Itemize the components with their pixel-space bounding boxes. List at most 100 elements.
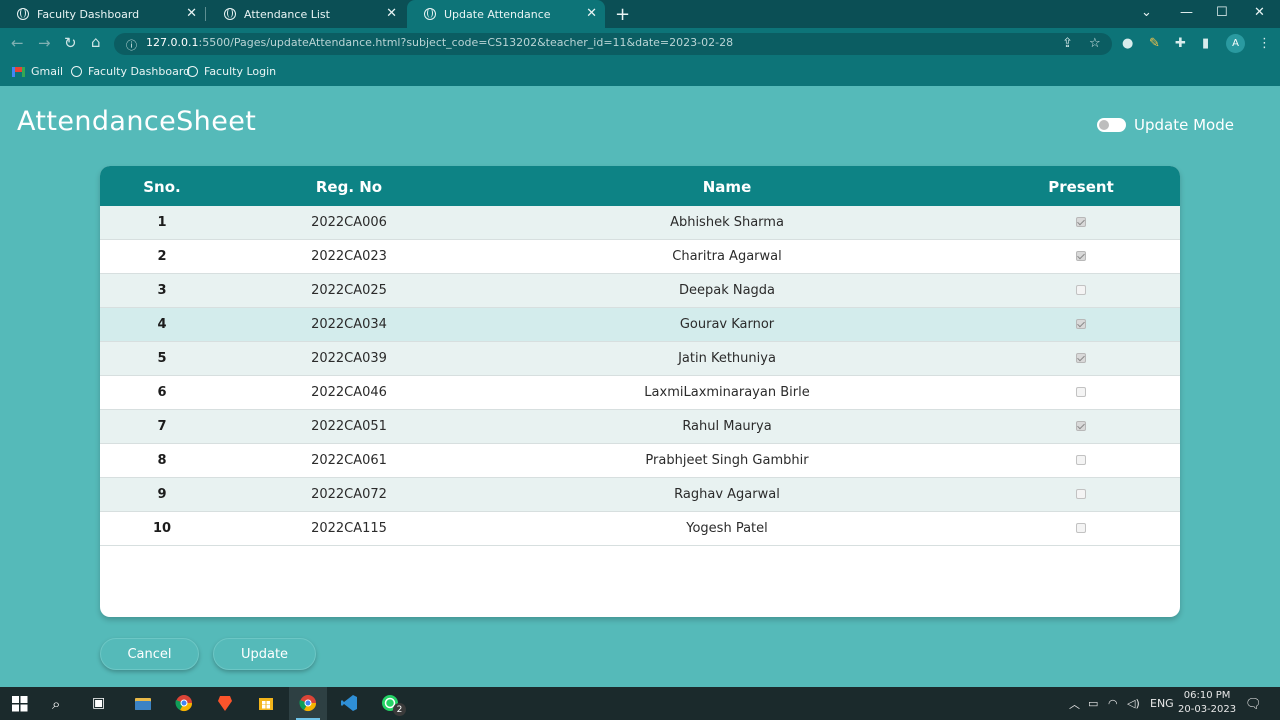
minimize-icon[interactable]: —	[1180, 5, 1193, 20]
home-icon[interactable]: ⌂	[91, 33, 101, 51]
cell-sno: 1	[157, 215, 167, 230]
present-checkbox[interactable]	[1076, 285, 1086, 295]
close-tab-icon[interactable]: ✕	[186, 6, 197, 21]
notification-center-icon[interactable]: 🗨	[1245, 697, 1262, 712]
update-mode-toggle[interactable]	[1097, 118, 1126, 132]
table-row: 2 2022CA023 Charitra Agarwal	[100, 240, 1180, 274]
menu-kebab-icon[interactable]: ⋮	[1258, 36, 1271, 51]
cell-name: Abhishek Sharma	[670, 215, 784, 230]
present-checkbox[interactable]	[1076, 319, 1086, 329]
column-header-name: Name	[702, 178, 752, 196]
cell-name: Raghav Agarwal	[674, 487, 780, 502]
tab-title: Attendance List	[244, 7, 330, 21]
cell-name: Charitra Agarwal	[672, 249, 782, 264]
new-tab-icon[interactable]: +	[615, 4, 630, 25]
microsoft-store-icon[interactable]	[257, 694, 275, 712]
bookmark-faculty-login[interactable]: Faculty Login	[187, 65, 276, 78]
cell-reg-no: 2022CA034	[311, 317, 387, 332]
brave-browser-icon[interactable]	[216, 694, 234, 712]
chrome-icon[interactable]	[175, 694, 193, 712]
tab-title: Update Attendance	[444, 7, 551, 21]
present-checkbox[interactable]	[1076, 387, 1086, 397]
tab-title: Faculty Dashboard	[37, 7, 140, 21]
volume-icon[interactable]: ◁)	[1127, 697, 1140, 710]
cell-reg-no: 2022CA025	[311, 283, 387, 298]
table-row: 7 2022CA051 Rahul Maurya	[100, 410, 1180, 444]
bookmark-label: Faculty Login	[204, 65, 277, 78]
language-indicator[interactable]: ENG	[1150, 697, 1174, 710]
bookmark-label: Faculty Dashboard	[88, 65, 191, 78]
maximize-icon[interactable]: ☐	[1216, 5, 1228, 20]
globe-icon	[424, 8, 436, 20]
file-explorer-icon[interactable]	[134, 694, 152, 712]
cell-name: Prabhjeet Singh Gambhir	[645, 453, 809, 468]
table-row: 9 2022CA072 Raghav Agarwal	[100, 478, 1180, 512]
task-view-icon[interactable]: ▣	[92, 695, 110, 713]
table-row: 3 2022CA025 Deepak Nagda	[100, 274, 1180, 308]
cell-name: Yogesh Patel	[686, 521, 768, 536]
bookmark-label: Gmail	[31, 65, 64, 78]
present-checkbox[interactable]	[1076, 353, 1086, 363]
cell-reg-no: 2022CA115	[311, 521, 387, 536]
back-icon[interactable]: ←	[11, 34, 24, 52]
cell-sno: 6	[157, 385, 167, 400]
cell-sno: 9	[157, 487, 167, 502]
column-header-present: Present	[1048, 178, 1114, 196]
globe-icon	[224, 8, 236, 20]
bookmark-star-icon[interactable]: ☆	[1089, 36, 1101, 51]
clock-date: 20-03-2023	[1178, 704, 1237, 715]
present-checkbox[interactable]	[1076, 217, 1086, 227]
site-info-icon[interactable]: ⓘ	[126, 37, 137, 53]
search-icon[interactable]: ⌕	[52, 695, 70, 713]
pen-extension-icon[interactable]: ✎	[1149, 36, 1160, 51]
present-checkbox[interactable]	[1076, 523, 1086, 533]
url-path: :5500/Pages/updateAttendance.html?subjec…	[198, 36, 734, 49]
bookmark-gmail[interactable]: Gmail	[12, 65, 63, 78]
table-row: 8 2022CA061 Prabhjeet Singh Gambhir	[100, 444, 1180, 478]
forward-icon[interactable]: →	[38, 34, 51, 52]
side-panel-icon[interactable]: ▮	[1202, 36, 1209, 51]
cell-sno: 7	[157, 419, 167, 434]
present-checkbox[interactable]	[1076, 489, 1086, 499]
table-row: 4 2022CA034 Gourav Karnor	[100, 308, 1180, 342]
share-icon[interactable]: ⇪	[1062, 36, 1073, 51]
windows-start-icon[interactable]	[12, 696, 30, 714]
present-checkbox[interactable]	[1076, 421, 1086, 431]
battery-icon[interactable]: ▭	[1088, 697, 1098, 710]
present-checkbox[interactable]	[1076, 251, 1086, 261]
extension-icon[interactable]: ●	[1122, 36, 1133, 51]
system-clock[interactable]: 06:10 PM 20-03-2023	[1178, 689, 1236, 717]
vscode-icon[interactable]	[340, 694, 358, 712]
url-text[interactable]: 127.0.0.1:5500/Pages/updateAttendance.ht…	[146, 36, 733, 49]
present-checkbox[interactable]	[1076, 455, 1086, 465]
chrome-active-icon[interactable]	[299, 694, 317, 712]
extensions-puzzle-icon[interactable]: ✚	[1175, 36, 1186, 51]
globe-icon	[71, 66, 82, 77]
attendance-table-card: Sno. Reg. No Name Present 1 2022CA006 Abhi…	[100, 166, 1180, 617]
reload-icon[interactable]: ↻	[64, 34, 77, 52]
update-mode-label: Update Mode	[1134, 116, 1234, 134]
cell-name: Rahul Maurya	[682, 419, 772, 434]
show-hidden-icons-chevron[interactable]: ︿	[1069, 696, 1080, 712]
update-button[interactable]: Update	[213, 638, 316, 670]
tab-faculty-dashboard[interactable]: Faculty Dashboard ✕	[0, 0, 205, 28]
close-tab-icon[interactable]: ✕	[386, 6, 397, 21]
close-tab-icon[interactable]: ✕	[586, 6, 597, 21]
page-title: AttendanceSheet	[17, 106, 257, 137]
cell-sno: 2	[157, 249, 167, 264]
close-window-icon[interactable]: ✕	[1254, 5, 1265, 20]
profile-avatar[interactable]: A	[1226, 34, 1245, 53]
cell-reg-no: 2022CA006	[311, 215, 387, 230]
column-header-sno: Sno.	[143, 178, 181, 196]
cell-name: LaxmiLaxminarayan Birle	[644, 385, 810, 400]
tab-update-attendance[interactable]: Update Attendance ✕	[407, 0, 605, 28]
cancel-button[interactable]: Cancel	[100, 638, 199, 670]
table-row: 1 2022CA006 Abhishek Sharma	[100, 206, 1180, 240]
tab-attendance-list[interactable]: Attendance List ✕	[205, 0, 405, 28]
cell-name: Jatin Kethuniya	[678, 351, 776, 366]
bookmark-faculty-dashboard[interactable]: Faculty Dashboard	[71, 65, 190, 78]
tab-search-chevron-icon[interactable]: ⌄	[1141, 5, 1152, 20]
wifi-icon[interactable]: ◠	[1108, 697, 1118, 710]
cell-sno: 8	[157, 453, 167, 468]
globe-icon	[187, 66, 198, 77]
